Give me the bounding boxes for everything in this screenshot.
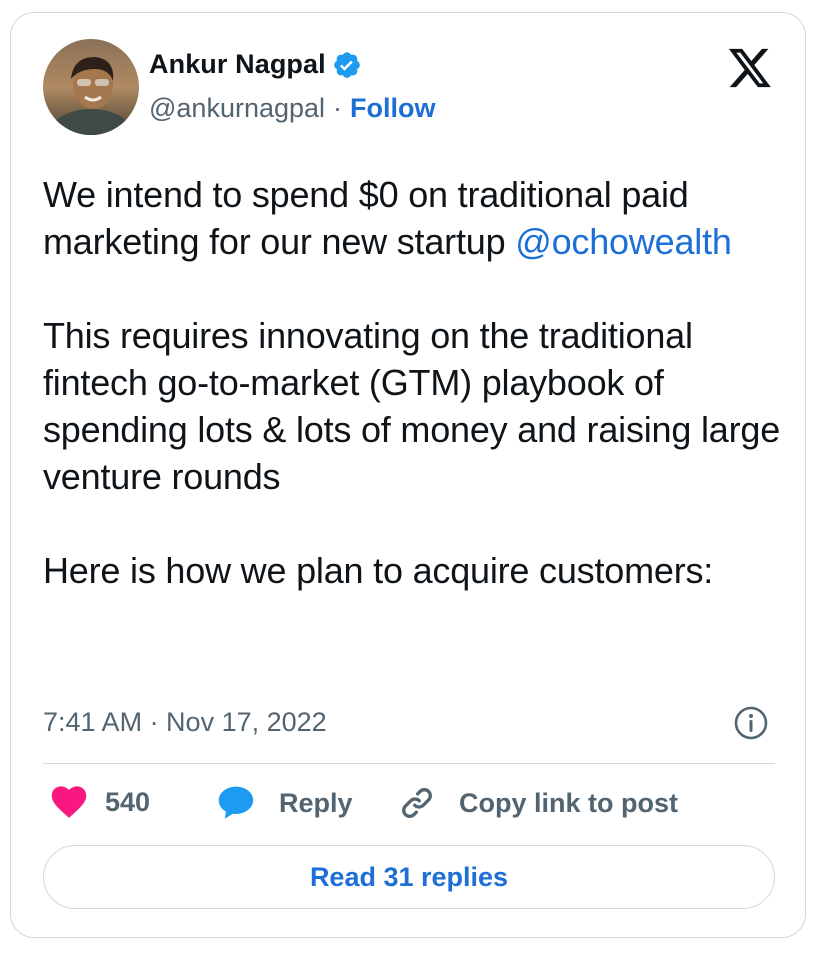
separator-dot: · xyxy=(333,93,343,123)
tweet-timestamp[interactable]: 7:41 AM · Nov 17, 2022 xyxy=(43,707,327,738)
author-handle[interactable]: @ankurnagpal xyxy=(149,93,325,124)
tweet-paragraph-3: Here is how we plan to acquire customers… xyxy=(43,550,714,591)
reply-button[interactable]: Reply xyxy=(217,785,353,821)
author-name-row: Ankur Nagpal xyxy=(149,49,362,80)
avatar[interactable] xyxy=(43,39,139,135)
like-button[interactable]: 540 xyxy=(51,785,150,819)
divider xyxy=(43,763,775,764)
copy-link-button[interactable]: Copy link to post xyxy=(399,785,678,821)
heart-icon xyxy=(51,785,87,819)
tweet-paragraph-1: We intend to spend $0 on traditional pai… xyxy=(43,171,783,265)
author-handle-row: @ankurnagpal · Follow xyxy=(149,93,436,124)
x-logo-icon[interactable] xyxy=(727,47,773,91)
verified-badge-icon xyxy=(332,50,362,80)
tweet-card: Ankur Nagpal @ankurnagpal · Follow We in… xyxy=(10,12,806,938)
follow-button[interactable]: Follow xyxy=(350,93,435,124)
reply-label: Reply xyxy=(279,787,353,818)
tweet-paragraph-2: This requires innovating on the traditio… xyxy=(43,315,781,497)
tweet-body: We intend to spend $0 on traditional pai… xyxy=(43,171,783,594)
read-replies-button[interactable]: Read 31 replies xyxy=(43,845,775,909)
speech-bubble-icon xyxy=(217,785,255,821)
link-icon xyxy=(399,785,435,821)
read-replies-label: Read 31 replies xyxy=(309,861,509,892)
copy-link-label: Copy link to post xyxy=(459,787,678,818)
author-name[interactable]: Ankur Nagpal xyxy=(149,49,326,80)
like-count: 540 xyxy=(105,786,151,817)
info-icon[interactable] xyxy=(733,705,769,741)
mention-link[interactable]: @ochowealth xyxy=(515,221,732,262)
